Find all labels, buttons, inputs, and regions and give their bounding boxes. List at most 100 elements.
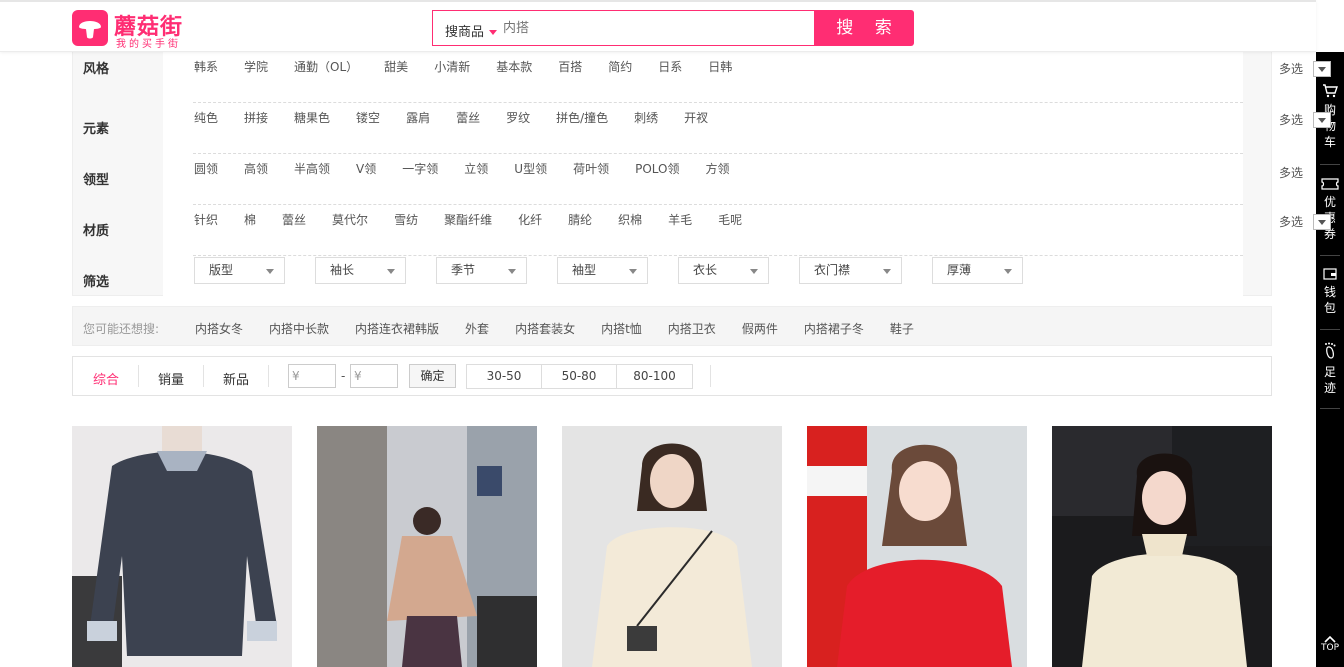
sort-tab-comprehensive[interactable]: 综合 — [93, 369, 119, 388]
product-card[interactable] — [317, 426, 537, 667]
filter-option[interactable]: 棉 — [244, 212, 256, 228]
filter-option[interactable]: V领 — [356, 161, 376, 177]
filter-option[interactable]: 日韩 — [708, 59, 732, 75]
filter-option[interactable]: 高领 — [244, 161, 268, 177]
filter-option[interactable]: 莫代尔 — [332, 212, 368, 228]
related-search-link[interactable]: 鞋子 — [890, 320, 914, 337]
right-bar-footprint-label: 足迹 — [1323, 365, 1336, 395]
related-search-link[interactable]: 内搭裙子冬 — [804, 320, 864, 337]
filter-option[interactable]: 小清新 — [434, 59, 470, 75]
filter-option[interactable]: 开衩 — [684, 110, 708, 126]
related-search-link[interactable]: 内搭套装女 — [515, 320, 575, 337]
filter-option[interactable]: 织棉 — [618, 212, 642, 228]
related-search-link[interactable]: 内搭t恤 — [601, 320, 642, 337]
product-card[interactable] — [562, 426, 782, 667]
sort-tab-new[interactable]: 新品 — [223, 369, 249, 388]
filter-option[interactable]: 羊毛 — [668, 212, 692, 228]
divider — [268, 365, 269, 387]
filter-dropdown[interactable]: 季节 — [436, 257, 527, 284]
filter-option[interactable]: 半高领 — [294, 161, 330, 177]
filter-option[interactable]: 立领 — [464, 161, 488, 177]
price-max-input[interactable]: ¥ — [350, 364, 398, 388]
sort-tab-sales[interactable]: 销量 — [158, 369, 184, 388]
expand-toggle-icon[interactable] — [1313, 111, 1332, 128]
filter-option[interactable]: 方领 — [706, 161, 730, 177]
filter-dropdown[interactable]: 袖长 — [315, 257, 406, 284]
filter-option[interactable]: 简约 — [608, 59, 632, 75]
filter-option[interactable]: 学院 — [244, 59, 268, 75]
multi-select-button[interactable]: 多选 — [1279, 164, 1303, 181]
filter-option[interactable]: 镂空 — [356, 110, 380, 126]
multi-select-button[interactable]: 多选 — [1279, 60, 1332, 78]
multi-select-button[interactable]: 多选 — [1279, 213, 1332, 231]
filter-option[interactable]: 一字领 — [402, 161, 438, 177]
price-range-option[interactable]: 50-80 — [542, 365, 617, 388]
filter-option[interactable]: 基本款 — [496, 59, 532, 75]
related-search-link[interactable]: 内搭女冬 — [195, 320, 243, 337]
filter-option[interactable]: 聚酯纤维 — [444, 212, 492, 228]
multi-select-label: 多选 — [1279, 113, 1304, 127]
filter-dropdown[interactable]: 衣长 — [678, 257, 769, 284]
expand-toggle-icon[interactable] — [1313, 60, 1332, 77]
filter-option[interactable]: 日系 — [658, 59, 682, 75]
related-search-link[interactable]: 内搭卫衣 — [668, 320, 716, 337]
filter-dropdown[interactable]: 衣门襟 — [799, 257, 902, 284]
right-bar-footprint[interactable]: 足迹 — [1316, 342, 1344, 396]
filter-option[interactable]: 雪纺 — [394, 212, 418, 228]
filter-option[interactable]: 拼色/撞色 — [556, 110, 608, 126]
related-searches-label: 您可能还想搜: — [83, 322, 160, 336]
filter-row-collar: 领型 圆领 高领 半高领 V领 一字领 立领 U型领 荷叶领 POLO领 方领 多选 — [73, 154, 1303, 205]
search-input[interactable] — [503, 12, 803, 44]
search-type-select[interactable]: 搜商品 — [445, 21, 498, 40]
multi-select-button[interactable]: 多选 — [1279, 111, 1332, 129]
filter-option[interactable]: 罗纹 — [506, 110, 530, 126]
filter-option[interactable]: 糖果色 — [294, 110, 330, 126]
filter-option[interactable]: 圆领 — [194, 161, 218, 177]
site-logo[interactable]: 蘑菇街 我的买手街 — [72, 10, 188, 50]
related-search-link[interactable]: 内搭中长款 — [269, 320, 329, 337]
filter-option[interactable]: 纯色 — [194, 110, 218, 126]
cart-icon — [1323, 84, 1338, 98]
filter-dropdown[interactable]: 版型 — [194, 257, 285, 284]
filter-option[interactable]: 蕾丝 — [282, 212, 306, 228]
filter-option[interactable]: 荷叶领 — [573, 161, 609, 177]
related-search-link[interactable]: 假两件 — [742, 320, 778, 337]
expand-toggle-icon[interactable] — [1313, 213, 1332, 230]
price-range-option[interactable]: 30-50 — [467, 365, 542, 388]
filter-row-body: 圆领 高领 半高领 V领 一字领 立领 U型领 荷叶领 POLO领 方领 多选 — [163, 154, 1303, 205]
search-bar: 搜商品 搜 索 — [432, 10, 914, 46]
filter-option[interactable]: 蕾丝 — [456, 110, 480, 126]
filter-option[interactable]: 针织 — [194, 212, 218, 228]
filter-option[interactable]: POLO领 — [635, 161, 679, 177]
price-confirm-button[interactable]: 确定 — [409, 364, 456, 388]
filter-panel: 风格 韩系 学院 通勤（OL） 甜美 小清新 基本款 百搭 简约 日系 日韩 多选 元素 纯色 拼接… — [72, 52, 1332, 305]
price-range-option[interactable]: 80-100 — [617, 365, 692, 388]
search-button[interactable]: 搜 索 — [814, 10, 914, 46]
filter-option[interactable]: 百搭 — [558, 59, 582, 75]
filter-option[interactable]: 刺绣 — [634, 110, 658, 126]
filter-option[interactable]: 毛呢 — [718, 212, 742, 228]
price-min-input[interactable]: ¥ — [288, 364, 336, 388]
product-image — [72, 426, 292, 667]
filter-dropdown[interactable]: 袖型 — [557, 257, 648, 284]
right-bar-wallet[interactable]: 钱包 — [1316, 268, 1344, 316]
filter-option[interactable]: 露肩 — [406, 110, 430, 126]
filter-option[interactable]: 甜美 — [384, 59, 408, 75]
arrow-up-icon — [1324, 635, 1336, 643]
filter-option[interactable]: 化纤 — [518, 212, 542, 228]
back-to-top-label: TOP — [1320, 643, 1339, 653]
filter-option[interactable]: 腈纶 — [568, 212, 592, 228]
filter-row-element: 元素 纯色 拼接 糖果色 镂空 露肩 蕾丝 罗纹 拼色/撞色 刺绣 开衩 多选 — [73, 103, 1332, 154]
filter-option[interactable]: U型领 — [514, 161, 547, 177]
filter-option[interactable]: 拼接 — [244, 110, 268, 126]
filter-option[interactable]: 通勤（OL） — [294, 59, 358, 75]
product-card[interactable] — [807, 426, 1027, 667]
right-bar-coupon[interactable]: 优惠券 — [1316, 178, 1344, 242]
product-card[interactable] — [1052, 426, 1272, 667]
filter-dropdown[interactable]: 厚薄 — [932, 257, 1023, 284]
back-to-top-button[interactable]: TOP — [1316, 635, 1344, 653]
product-card[interactable] — [72, 426, 292, 667]
filter-option[interactable]: 韩系 — [194, 59, 218, 75]
related-search-link[interactable]: 外套 — [465, 320, 489, 337]
related-search-link[interactable]: 内搭连衣裙韩版 — [355, 320, 439, 337]
